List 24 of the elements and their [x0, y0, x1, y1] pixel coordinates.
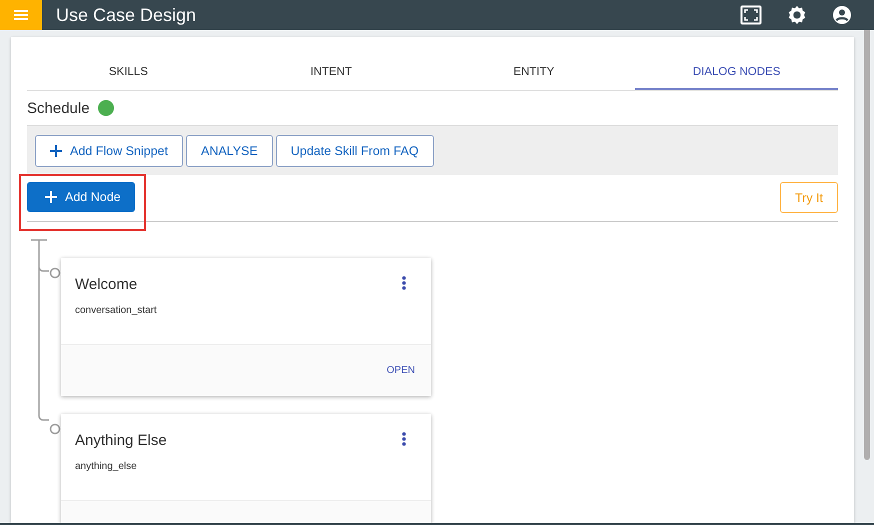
app-title: Use Case Design — [56, 4, 196, 26]
fullscreen-icon[interactable] — [740, 5, 762, 25]
plus-icon — [45, 191, 57, 203]
node-condition: conversation_start — [74, 304, 158, 316]
settings-icon[interactable] — [786, 4, 808, 26]
node-title: Anything Else — [75, 432, 167, 449]
node-title: Welcome — [75, 276, 138, 293]
more-icon[interactable] — [401, 274, 407, 290]
toolbar-button[interactable]: ANALYSE — [186, 135, 273, 167]
scrollbar[interactable] — [864, 30, 870, 460]
toolbar-button[interactable]: Add Flow Snippet — [35, 135, 183, 167]
menu-icon — [14, 9, 28, 21]
node-condition: anything_else — [74, 460, 138, 472]
tab[interactable]: INTENT — [230, 55, 432, 90]
tab[interactable]: DIALOG NODES — [635, 55, 838, 90]
skill-name: Schedule — [27, 100, 90, 116]
toolbar-button[interactable]: Update Skill From FAQ — [276, 135, 434, 167]
tab[interactable]: ENTITY — [432, 55, 636, 90]
tab[interactable]: SKILLS — [27, 55, 230, 90]
open-link[interactable]: OPEN — [380, 364, 421, 377]
account-icon[interactable] — [832, 5, 852, 25]
plus-icon — [50, 145, 62, 157]
more-icon[interactable] — [401, 430, 407, 446]
add-node-button[interactable]: Add Node — [27, 182, 135, 212]
